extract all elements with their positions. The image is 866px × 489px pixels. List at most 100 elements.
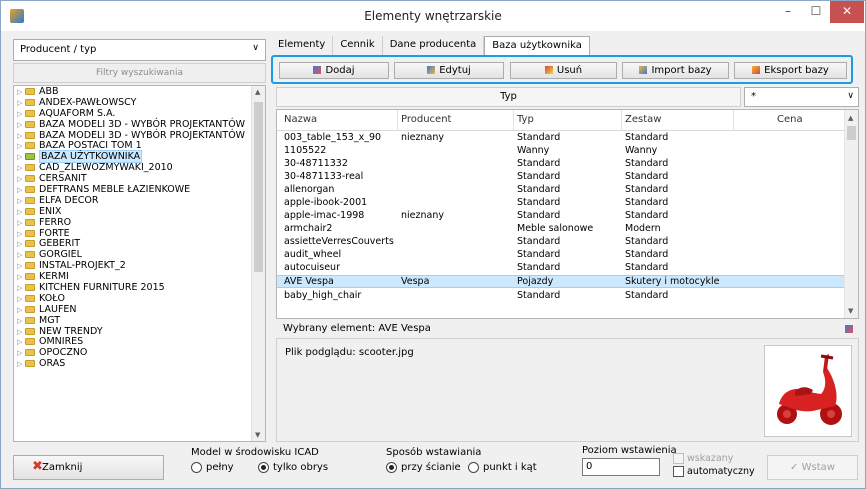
table-row[interactable]: baby_high_chair Standard Standard [277,290,845,301]
col-price-header[interactable]: Cena [777,114,803,125]
delete-icon [544,66,553,74]
table-row[interactable]: armchair2 Meble salonowe Modern [277,223,845,234]
table-row[interactable]: AVE Vespa Vespa Pojazdy Skutery i motocykle [277,275,845,288]
type-filter-value: * [751,91,756,102]
col-producer-header[interactable]: Producent [401,114,451,125]
tree-item[interactable]: ▷ ANDEX-PAWŁOWSCY [14,97,265,108]
col-type-header[interactable]: Typ [517,114,534,125]
radio-dot[interactable] [258,462,269,473]
tree-item[interactable]: ▷ AQUAFORM S.A. [14,108,265,119]
import-button[interactable]: Import bazy [622,62,729,79]
folder-icon [25,186,35,194]
radio-insert-wall[interactable]: przy ścianie [386,462,461,473]
scroll-thumb[interactable] [254,102,263,272]
radio-dot[interactable] [191,462,202,473]
scroll-down-icon[interactable]: ▼ [848,307,853,315]
expand-arrow-icon[interactable]: ▷ [17,359,25,370]
tree-item[interactable]: ▷ FERRO [14,217,265,228]
tree-item[interactable]: ▷ KOŁO [14,293,265,304]
tree-item[interactable]: ▷ KERMI [14,271,265,282]
tree-item[interactable]: ▷ ELFA DECOR [14,195,265,206]
checkbox-indicated[interactable]: wskazany [673,453,733,464]
column-divider[interactable] [513,110,514,131]
tree-scrollbar[interactable]: ▲ ▼ [251,86,265,441]
col-set-header[interactable]: Zestaw [625,114,661,125]
producer-tree[interactable]: ▷ ABB ▷ ANDEX-PAWŁOWSCY ▷ AQUAFORM S.A. ▷ BAZA … [13,85,266,442]
col-name-header[interactable]: Nazwa [284,114,317,125]
tree-item[interactable]: ▷ OPOCZNO [14,347,265,358]
maximize-button[interactable]: ☐ [802,1,830,23]
table-row[interactable]: apple-ibook-2001 Standard Standard [277,197,845,208]
tree-item[interactable]: ▷ CAD_ZLEWOZMYWAKI_2010 [14,162,265,173]
table-row[interactable]: assietteVerresCouverts Standard Standard [277,236,845,247]
radio-dot[interactable] [468,462,479,473]
table-row[interactable]: 003_table_153_x_90 nieznany Standard Standa… [277,132,845,143]
checkbox-automatic[interactable]: automatyczny [673,466,755,477]
table-cell: autocuiseur [284,262,340,273]
table-cell: Standard [625,262,669,273]
tree-item[interactable]: ▷ BAZA UŻYTKOWNIKA [14,150,265,164]
insert-button[interactable]: ✓ Wstaw [767,455,858,480]
table-row[interactable]: 30-48711332 Standard Standard [277,158,845,169]
scroll-up-icon[interactable]: ▲ [255,88,260,96]
edit-button[interactable]: Edytuj [394,62,504,79]
checkbox-box[interactable] [673,466,684,477]
tab-user-database[interactable]: Baza użytkownika [484,36,590,56]
table-row[interactable]: audit_wheel Standard Standard [277,249,845,260]
radio-insert-point[interactable]: punkt i kąt [468,462,537,473]
search-filters-button[interactable]: Filtry wyszukiwania [13,63,266,83]
column-divider[interactable] [733,110,734,131]
scroll-up-icon[interactable]: ▲ [848,114,853,122]
tree-item[interactable]: ▷ FORTE [14,228,265,239]
close-button[interactable]: ✖ Zamknij [13,455,164,480]
elements-table[interactable]: Nazwa Producent Typ Zestaw Cena 003_tabl… [276,109,859,319]
table-cell: Modern [625,223,661,234]
tab-elements[interactable]: Elementy [271,36,334,55]
tree-item[interactable]: ▷ GORGIEL [14,249,265,260]
table-cell: nieznany [401,210,444,221]
add-label: Dodaj [325,65,355,76]
delete-button[interactable]: Usuń [510,62,617,79]
checkbox-box[interactable] [673,453,684,464]
column-divider[interactable] [397,110,398,131]
tree-item[interactable]: ▷ GEBERIT [14,238,265,249]
tree-item[interactable]: ▷ CERSANIT [14,173,265,184]
type-filter-label: Typ [276,87,741,107]
radio-model-outline[interactable]: tylko obrys [258,462,328,473]
scroll-down-icon[interactable]: ▼ [255,431,260,439]
table-row[interactable]: autocuiseur Standard Standard [277,262,845,273]
table-row[interactable]: apple-imac-1998 nieznany Standard Standard [277,210,845,221]
tree-item[interactable]: ▷ BAZA MODELI 3D - WYBÓR PROJEKTANTÓW [14,130,265,141]
table-scrollbar[interactable]: ▲ ▼ [844,110,858,318]
export-button[interactable]: Eksport bazy [734,62,847,79]
tree-item[interactable]: ▷ ABB [14,86,265,97]
pen-icon: ✓ [790,462,802,473]
tree-item[interactable]: ▷ NEW TRENDY [14,326,265,337]
tab-producer-data[interactable]: Dane producenta [382,36,485,55]
type-filter-select[interactable]: * ∨ [744,87,859,107]
tree-item[interactable]: ▷ ENIX [14,206,265,217]
radio-model-full[interactable]: pełny [191,462,234,473]
tree-item[interactable]: ▷ DEFTRANS MEBLE ŁAZIENKOWE [14,184,265,195]
tree-item[interactable]: ▷ KITCHEN FURNITURE 2015 [14,282,265,293]
insert-level-input[interactable]: 0 [582,458,660,476]
tree-item[interactable]: ▷ MGT [14,315,265,326]
close-window-button[interactable]: ✕ [830,1,864,23]
table-row[interactable]: 1105522 Wanny Wanny [277,145,845,156]
table-row[interactable]: 30-4871133-real Standard Standard [277,171,845,182]
producer-type-select[interactable]: Producent / typ ∨ [13,39,266,61]
tree-item[interactable]: ▷ ORAS [14,358,265,369]
table-row[interactable]: allenorgan Standard Standard [277,184,845,195]
minimize-button[interactable]: – [774,1,802,23]
radio-dot[interactable] [386,462,397,473]
chevron-down-icon: ∨ [847,91,854,101]
tree-item[interactable]: ▷ BAZA MODELI 3D - WYBÓR PROJEKTANTÓW [14,119,265,130]
column-divider[interactable] [621,110,622,131]
scroll-thumb[interactable] [847,126,856,140]
tree-item-label: ORAS [39,358,66,370]
tab-price-list[interactable]: Cennik [333,36,383,55]
tree-item[interactable]: ▷ INSTAL-PROJEKT_2 [14,260,265,271]
tree-item[interactable]: ▷ LAUFEN [14,304,265,315]
tree-item[interactable]: ▷ OMNIRES [14,336,265,347]
add-button[interactable]: Dodaj [279,62,389,79]
